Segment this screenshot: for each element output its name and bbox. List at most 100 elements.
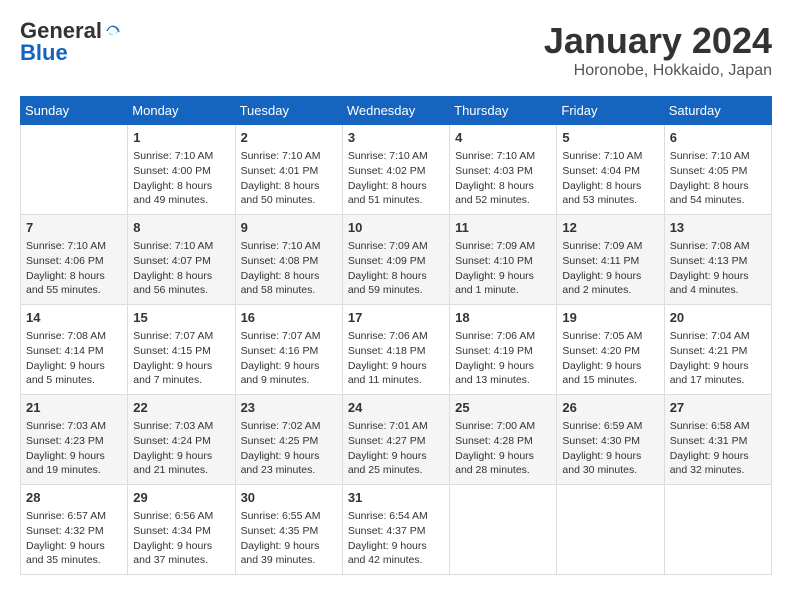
day-info: Sunrise: 7:03 AMSunset: 4:23 PMDaylight:… [26, 419, 122, 478]
calendar-cell: 6 Sunrise: 7:10 AMSunset: 4:05 PMDaylight… [664, 125, 771, 215]
day-info: Sunrise: 7:10 AMSunset: 4:04 PMDaylight:… [562, 149, 658, 208]
logo-blue-text: Blue [20, 42, 68, 64]
day-number: 27 [670, 399, 766, 417]
day-info: Sunrise: 7:10 AMSunset: 4:03 PMDaylight:… [455, 149, 551, 208]
day-info: Sunrise: 7:08 AMSunset: 4:13 PMDaylight:… [670, 239, 766, 298]
weekday-header-monday: Monday [128, 97, 235, 125]
calendar-cell: 18Sunrise: 7:06 AMSunset: 4:19 PMDayligh… [450, 305, 557, 395]
day-info: Sunrise: 7:09 AMSunset: 4:09 PMDaylight:… [348, 239, 444, 298]
calendar-cell: 25 Sunrise: 7:00 AMSunset: 4:28 PMDayligh… [450, 395, 557, 485]
day-number: 16 [241, 309, 337, 327]
week-row-3: 14 Sunrise: 7:08 AMSunset: 4:14 PMDayligh… [21, 305, 772, 395]
calendar-cell: 11Sunrise: 7:09 AMSunset: 4:10 PMDayligh… [450, 215, 557, 305]
day-number: 6 [670, 129, 766, 147]
day-number: 26 [562, 399, 658, 417]
calendar-cell: 19Sunrise: 7:05 AMSunset: 4:20 PMDayligh… [557, 305, 664, 395]
day-number: 2 [241, 129, 337, 147]
day-number: 13 [670, 219, 766, 237]
day-number: 14 [26, 309, 122, 327]
day-info: Sunrise: 7:00 AMSunset: 4:28 PMDaylight:… [455, 419, 551, 478]
week-row-1: 1 Sunrise: 7:10 AMSunset: 4:00 PMDaylight… [21, 125, 772, 215]
day-number: 10 [348, 219, 444, 237]
day-number: 29 [133, 489, 229, 507]
day-info: Sunrise: 7:05 AMSunset: 4:20 PMDaylight:… [562, 329, 658, 388]
calendar-table: SundayMondayTuesdayWednesdayThursdayFrid… [20, 96, 772, 575]
calendar-cell: 10 Sunrise: 7:09 AMSunset: 4:09 PMDayligh… [342, 215, 449, 305]
calendar-cell: 22 Sunrise: 7:03 AMSunset: 4:24 PMDayligh… [128, 395, 235, 485]
day-number: 30 [241, 489, 337, 507]
day-info: Sunrise: 6:54 AMSunset: 4:37 PMDaylight:… [348, 509, 444, 568]
weekday-header-row: SundayMondayTuesdayWednesdayThursdayFrid… [21, 97, 772, 125]
logo: General Blue [20, 20, 122, 64]
calendar-cell: 30Sunrise: 6:55 AMSunset: 4:35 PMDayligh… [235, 485, 342, 575]
calendar-cell: 4 Sunrise: 7:10 AMSunset: 4:03 PMDaylight… [450, 125, 557, 215]
day-number: 25 [455, 399, 551, 417]
calendar-cell: 17Sunrise: 7:06 AMSunset: 4:18 PMDayligh… [342, 305, 449, 395]
day-info: Sunrise: 7:09 AMSunset: 4:10 PMDaylight:… [455, 239, 551, 298]
day-number: 24 [348, 399, 444, 417]
calendar-cell: 16 Sunrise: 7:07 AMSunset: 4:16 PMDayligh… [235, 305, 342, 395]
day-number: 15 [133, 309, 229, 327]
title-section: January 2024 Horonobe, Hokkaido, Japan [544, 20, 772, 80]
day-number: 21 [26, 399, 122, 417]
weekday-header-friday: Friday [557, 97, 664, 125]
day-info: Sunrise: 7:03 AMSunset: 4:24 PMDaylight:… [133, 419, 229, 478]
day-info: Sunrise: 7:10 AMSunset: 4:06 PMDaylight:… [26, 239, 122, 298]
day-number: 22 [133, 399, 229, 417]
weekday-header-wednesday: Wednesday [342, 97, 449, 125]
day-info: Sunrise: 7:10 AMSunset: 4:05 PMDaylight:… [670, 149, 766, 208]
calendar-cell: 2Sunrise: 7:10 AMSunset: 4:01 PMDaylight… [235, 125, 342, 215]
day-info: Sunrise: 6:57 AMSunset: 4:32 PMDaylight:… [26, 509, 122, 568]
calendar-cell: 20 Sunrise: 7:04 AMSunset: 4:21 PMDayligh… [664, 305, 771, 395]
day-info: Sunrise: 7:10 AMSunset: 4:07 PMDaylight:… [133, 239, 229, 298]
day-info: Sunrise: 6:59 AMSunset: 4:30 PMDaylight:… [562, 419, 658, 478]
weekday-header-tuesday: Tuesday [235, 97, 342, 125]
calendar-cell: 15 Sunrise: 7:07 AMSunset: 4:15 PMDayligh… [128, 305, 235, 395]
calendar-cell: 27 Sunrise: 6:58 AMSunset: 4:31 PMDayligh… [664, 395, 771, 485]
day-info: Sunrise: 7:10 AMSunset: 4:00 PMDaylight:… [133, 149, 229, 208]
day-number: 4 [455, 129, 551, 147]
week-row-4: 21 Sunrise: 7:03 AMSunset: 4:23 PMDayligh… [21, 395, 772, 485]
day-number: 20 [670, 309, 766, 327]
week-row-5: 28 Sunrise: 6:57 AMSunset: 4:32 PMDayligh… [21, 485, 772, 575]
calendar-title: January 2024 [544, 20, 772, 62]
calendar-cell: 3 Sunrise: 7:10 AMSunset: 4:02 PMDaylight… [342, 125, 449, 215]
day-info: Sunrise: 6:58 AMSunset: 4:31 PMDaylight:… [670, 419, 766, 478]
day-number: 3 [348, 129, 444, 147]
weekday-header-saturday: Saturday [664, 97, 771, 125]
day-info: Sunrise: 7:08 AMSunset: 4:14 PMDaylight:… [26, 329, 122, 388]
calendar-cell: 26 Sunrise: 6:59 AMSunset: 4:30 PMDayligh… [557, 395, 664, 485]
day-number: 23 [241, 399, 337, 417]
weekday-header-thursday: Thursday [450, 97, 557, 125]
calendar-cell: 28 Sunrise: 6:57 AMSunset: 4:32 PMDayligh… [21, 485, 128, 575]
calendar-cell [664, 485, 771, 575]
logo-general-text: General [20, 20, 102, 42]
calendar-cell: 21 Sunrise: 7:03 AMSunset: 4:23 PMDayligh… [21, 395, 128, 485]
day-number: 31 [348, 489, 444, 507]
day-number: 5 [562, 129, 658, 147]
day-info: Sunrise: 6:56 AMSunset: 4:34 PMDaylight:… [133, 509, 229, 568]
day-info: Sunrise: 7:07 AMSunset: 4:15 PMDaylight:… [133, 329, 229, 388]
day-number: 28 [26, 489, 122, 507]
calendar-cell [21, 125, 128, 215]
calendar-cell: 29 Sunrise: 6:56 AMSunset: 4:34 PMDayligh… [128, 485, 235, 575]
calendar-cell: 14 Sunrise: 7:08 AMSunset: 4:14 PMDayligh… [21, 305, 128, 395]
day-number: 7 [26, 219, 122, 237]
day-info: Sunrise: 7:04 AMSunset: 4:21 PMDaylight:… [670, 329, 766, 388]
day-info: Sunrise: 7:10 AMSunset: 4:08 PMDaylight:… [241, 239, 337, 298]
calendar-cell: 24 Sunrise: 7:01 AMSunset: 4:27 PMDayligh… [342, 395, 449, 485]
day-number: 8 [133, 219, 229, 237]
day-number: 1 [133, 129, 229, 147]
calendar-cell: 13 Sunrise: 7:08 AMSunset: 4:13 PMDayligh… [664, 215, 771, 305]
day-number: 9 [241, 219, 337, 237]
day-info: Sunrise: 7:01 AMSunset: 4:27 PMDaylight:… [348, 419, 444, 478]
calendar-cell: 5 Sunrise: 7:10 AMSunset: 4:04 PMDaylight… [557, 125, 664, 215]
day-info: Sunrise: 7:07 AMSunset: 4:16 PMDaylight:… [241, 329, 337, 388]
day-number: 12 [562, 219, 658, 237]
day-info: Sunrise: 7:10 AMSunset: 4:02 PMDaylight:… [348, 149, 444, 208]
weekday-header-sunday: Sunday [21, 97, 128, 125]
day-number: 17 [348, 309, 444, 327]
logo-icon [104, 22, 122, 40]
calendar-cell: 31 Sunrise: 6:54 AMSunset: 4:37 PMDayligh… [342, 485, 449, 575]
calendar-cell: 8 Sunrise: 7:10 AMSunset: 4:07 PMDaylight… [128, 215, 235, 305]
